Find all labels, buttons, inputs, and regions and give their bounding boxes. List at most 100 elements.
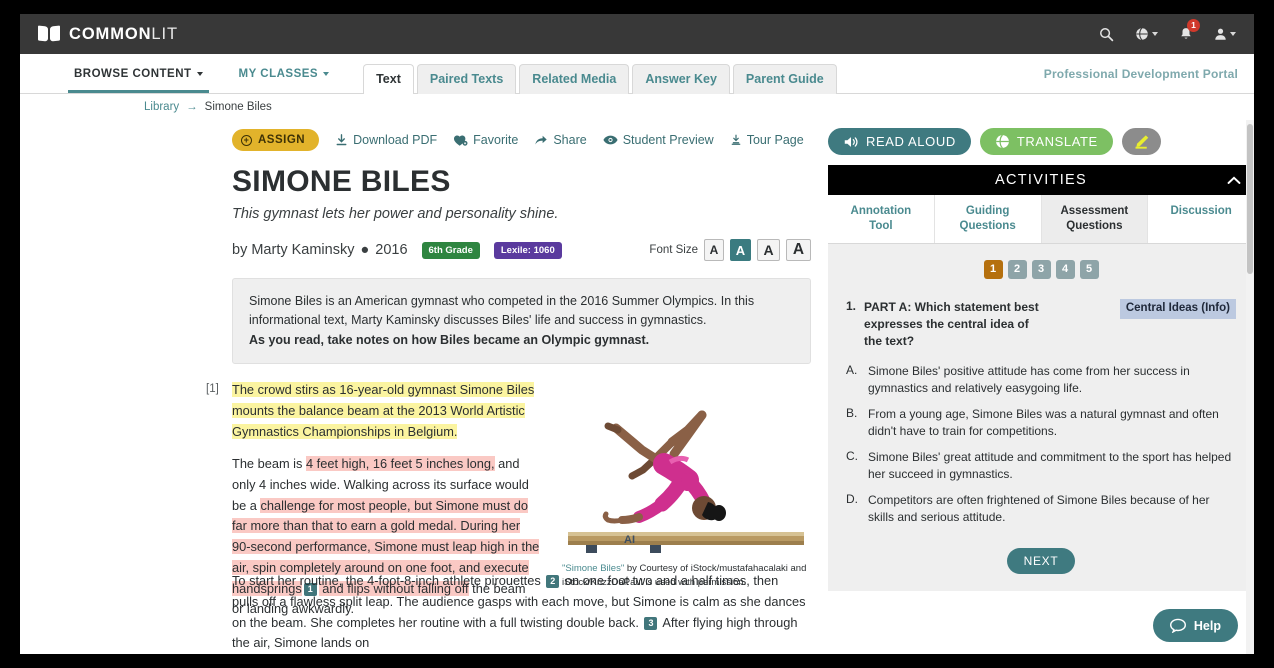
tab-assessment-questions[interactable]: Assessment Questions <box>1041 195 1149 243</box>
paragraph-3[interactable]: To start her routine, the 4-foot-8-inch … <box>232 571 808 654</box>
publication-year: 2016 <box>375 242 408 258</box>
student-preview-button[interactable]: Student Preview <box>603 133 714 147</box>
breadcrumb-library[interactable]: Library <box>144 101 179 113</box>
read-aloud-label: READ ALOUD <box>866 134 956 149</box>
help-button[interactable]: Help <box>1152 609 1238 642</box>
help-label: Help <box>1193 618 1221 633</box>
download-pdf-button[interactable]: Download PDF <box>335 133 437 147</box>
lexile-badge: Lexile: 1060 <box>493 241 562 259</box>
tab-paired-texts[interactable]: Paired Texts <box>416 64 517 94</box>
chat-bubble-icon <box>1169 618 1186 633</box>
search-icon[interactable] <box>1099 27 1114 42</box>
content-tabs: Text Paired Texts Related Media Answer K… <box>363 54 837 94</box>
choice-letter-d: D. <box>846 492 858 507</box>
notifications-bell-icon[interactable]: 1 <box>1179 18 1200 42</box>
activities-scrollbar[interactable] <box>1246 120 1254 654</box>
student-preview-label: Student Preview <box>622 133 714 147</box>
activities-pane: READ ALOUD TRANSLATE ACTIVITIES Annotati… <box>820 120 1254 654</box>
choice-text-d: Competitors are often frightened of Simo… <box>868 493 1210 525</box>
brand-light: LIT <box>151 24 178 43</box>
question-number-2[interactable]: 2 <box>1007 259 1027 279</box>
download-icon <box>336 133 347 145</box>
chevron-down-icon <box>196 71 203 76</box>
question-number-1[interactable]: 1 <box>983 259 1003 279</box>
p2-text-a: The beam is <box>232 456 306 472</box>
author-name: by Marty Kaminsky <box>232 242 355 258</box>
question-index: 1. <box>846 298 857 313</box>
globe-icon[interactable] <box>1135 27 1158 41</box>
font-size-option-3[interactable]: A <box>757 239 780 261</box>
breadcrumb-current: Simone Biles <box>204 101 272 113</box>
choice-text-a: Simone Biles' positive attitude has come… <box>868 363 1190 395</box>
highlight-yellow[interactable]: The crowd stirs as 16-year-old gymnast S… <box>232 382 535 439</box>
share-label: Share <box>553 133 587 147</box>
notification-badge: 1 <box>1187 18 1200 32</box>
tab-parent-guide[interactable]: Parent Guide <box>732 64 837 94</box>
summary-text: Simone Biles is an American gymnast who … <box>249 294 755 328</box>
tab-related-media[interactable]: Related Media <box>519 64 630 94</box>
font-size-option-2[interactable]: A <box>730 239 751 261</box>
plus-icon: + <box>241 134 252 146</box>
tab-guiding-questions-line1: Guiding <box>965 205 1010 217</box>
paragraph-number: [1] <box>206 383 219 396</box>
read-aloud-button[interactable]: READ ALOUD <box>828 128 971 155</box>
scrollbar-thumb[interactable] <box>1247 124 1253 274</box>
choice-letter-b: B. <box>846 406 858 421</box>
font-size-option-1[interactable]: A <box>704 239 724 261</box>
question-number-4[interactable]: 4 <box>1055 259 1075 279</box>
activities-header[interactable]: ACTIVITIES <box>828 165 1254 195</box>
action-bar: + ASSIGN Download PDF Favorite Share Stu… <box>232 123 820 157</box>
top-bar-icons: 1 <box>1099 18 1236 42</box>
summary-prompt: As you read, take notes on how Biles bec… <box>249 332 650 347</box>
tour-page-button[interactable]: Tour Page <box>730 133 804 147</box>
chevron-up-icon[interactable] <box>1227 173 1241 188</box>
tab-assessment-questions-line1: Assessment <box>1060 205 1129 217</box>
article-subtitle: This gymnast lets her power and personal… <box>232 206 559 222</box>
nav-browse-content-label: BROWSE CONTENT <box>74 67 192 80</box>
question-number-3[interactable]: 3 <box>1031 259 1051 279</box>
next-button-row: NEXT <box>828 548 1254 575</box>
gymnast-image: AI <box>562 380 820 555</box>
share-arrow-icon <box>535 135 548 145</box>
share-button[interactable]: Share <box>534 133 587 147</box>
tab-guiding-questions[interactable]: Guiding Questions <box>934 195 1042 243</box>
book-icon <box>38 26 60 42</box>
choice-letter-c: C. <box>846 449 858 464</box>
answer-choice-a[interactable]: A. Simone Biles' positive attitude has c… <box>846 363 1236 397</box>
question-number-5[interactable]: 5 <box>1079 259 1099 279</box>
assign-label: ASSIGN <box>258 134 306 146</box>
tab-text[interactable]: Text <box>363 64 414 94</box>
assign-button[interactable]: + ASSIGN <box>232 129 320 151</box>
favorite-button[interactable]: Favorite <box>453 133 518 147</box>
translate-button[interactable]: TRANSLATE <box>979 128 1113 155</box>
answer-choice-d[interactable]: D. Competitors are often frightened of S… <box>846 492 1236 526</box>
tab-annotation-tool-line1: Annotation <box>850 205 912 217</box>
choice-text-c: Simone Biles' great attitude and commitm… <box>868 450 1232 482</box>
next-button[interactable]: NEXT <box>1006 548 1076 575</box>
question-standard-tag: Central Ideas (Info) <box>1119 298 1236 319</box>
paragraph-1[interactable]: The crowd stirs as 16-year-old gymnast S… <box>232 380 540 442</box>
highlight-pink-1[interactable]: 4 feet high, 16 feet 5 inches long, <box>305 456 495 472</box>
professional-development-portal-link[interactable]: Professional Development Portal <box>1044 67 1254 81</box>
tab-annotation-tool[interactable]: Annotation Tool <box>828 195 935 243</box>
grade-badge: 6th Grade <box>421 241 480 259</box>
tab-discussion[interactable]: Discussion <box>1148 195 1254 243</box>
font-size-option-4[interactable]: A <box>786 239 811 261</box>
brand-text: COMMONLIT <box>69 25 178 44</box>
chevron-down-icon <box>323 71 330 76</box>
answer-choice-b[interactable]: B. From a young age, Simone Biles was a … <box>846 406 1236 440</box>
main-content: + ASSIGN Download PDF Favorite Share Stu… <box>20 120 1254 654</box>
footnote-marker-3[interactable]: 3 <box>644 616 658 630</box>
main-nav: BROWSE CONTENT MY CLASSES Text Paired Te… <box>20 54 1254 94</box>
nav-my-classes[interactable]: MY CLASSES <box>221 54 348 93</box>
tab-answer-key[interactable]: Answer Key <box>632 64 730 94</box>
answer-choice-c[interactable]: C. Simone Biles' great attitude and comm… <box>846 449 1236 483</box>
account-icon[interactable] <box>1214 27 1236 41</box>
font-size-label: Font Size <box>649 244 698 256</box>
nav-browse-content[interactable]: BROWSE CONTENT <box>56 54 221 93</box>
tour-icon <box>731 134 741 145</box>
commonlit-logo[interactable]: COMMONLIT <box>38 25 178 44</box>
activities-title: ACTIVITIES <box>995 172 1087 188</box>
footnote-marker-2[interactable]: 2 <box>546 575 560 589</box>
highlighter-button[interactable] <box>1121 128 1161 155</box>
